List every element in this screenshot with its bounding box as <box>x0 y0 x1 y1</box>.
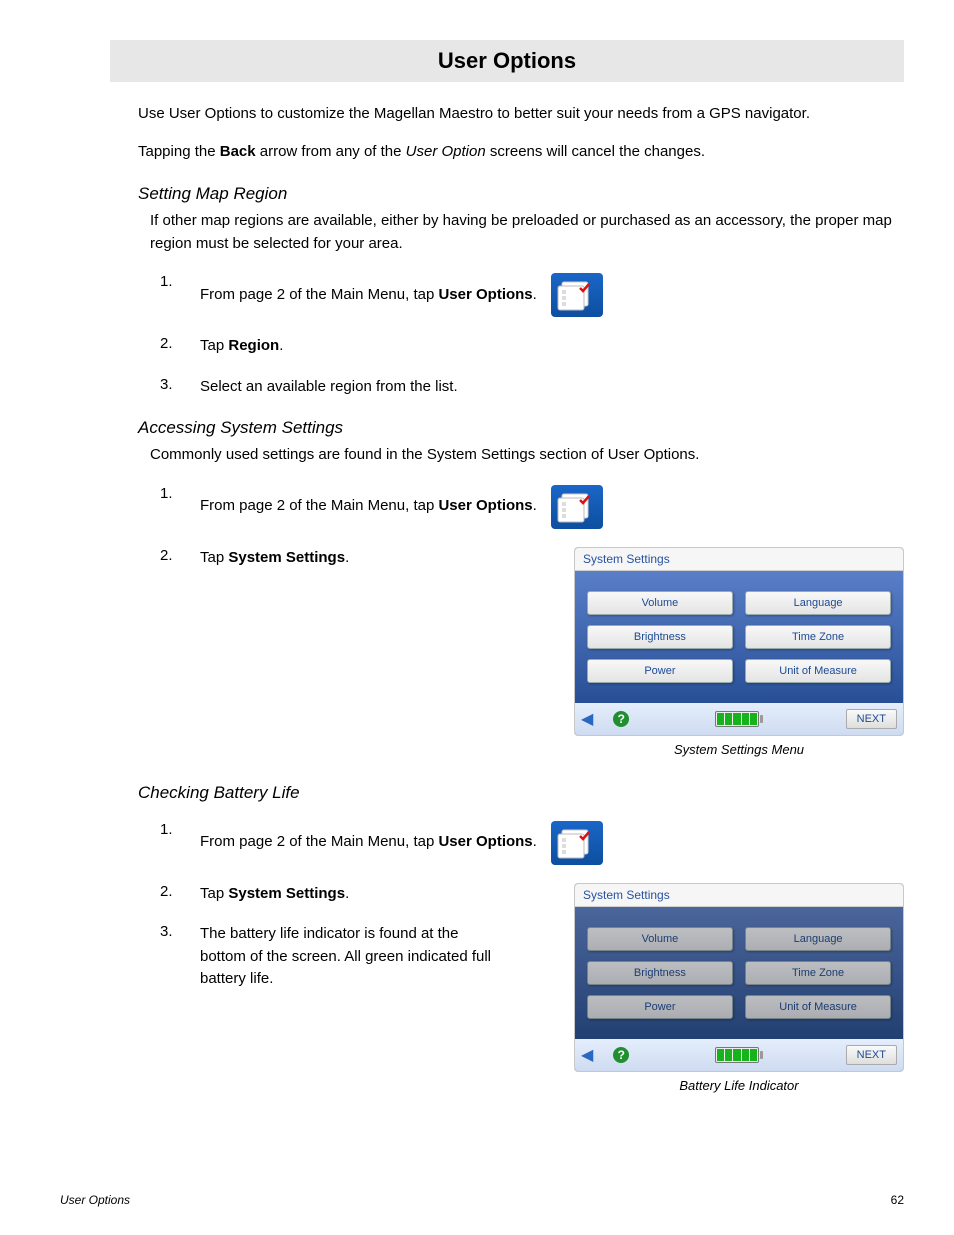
screenshot-title: System Settings <box>575 548 903 571</box>
intro-paragraph: Use User Options to customize the Magell… <box>138 102 904 164</box>
help-icon[interactable]: ? <box>613 711 629 727</box>
user-options-icon <box>551 273 603 317</box>
footer-page-number: 62 <box>891 1193 904 1207</box>
language-button[interactable]: Language <box>745 927 891 951</box>
intro-line-2: Tapping the Back arrow from any of the U… <box>138 140 904 164</box>
step-2: 2. Tap System Settings. <box>160 883 562 906</box>
intro-line-1: Use User Options to customize the Magell… <box>138 102 904 126</box>
steps-setting-map-region: 1. From page 2 of the Main Menu, tap Use… <box>160 273 904 398</box>
figure-battery-life-indicator: System Settings Volume Language Brightne… <box>574 883 904 1093</box>
caption-battery-life-indicator: Battery Life Indicator <box>574 1078 904 1093</box>
page-footer: User Options 62 <box>60 1193 904 1207</box>
brightness-button[interactable]: Brightness <box>587 625 733 649</box>
next-button[interactable]: NEXT <box>846 1045 897 1065</box>
heading-checking-battery-life: Checking Battery Life <box>138 783 904 803</box>
body-accessing-system-settings: Commonly used settings are found in the … <box>150 444 904 467</box>
step-1: 1. From page 2 of the Main Menu, tap Use… <box>160 485 904 529</box>
unit-of-measure-button[interactable]: Unit of Measure <box>745 659 891 683</box>
power-button[interactable]: Power <box>587 659 733 683</box>
steps-checking-battery-life: 1. From page 2 of the Main Menu, tap Use… <box>160 821 904 991</box>
heading-setting-map-region: Setting Map Region <box>138 184 904 204</box>
unit-of-measure-button[interactable]: Unit of Measure <box>745 995 891 1019</box>
volume-button[interactable]: Volume <box>587 591 733 615</box>
back-arrow-icon[interactable]: ◀ <box>581 709 593 729</box>
step-3: 3. The battery life indicator is found a… <box>160 923 562 991</box>
volume-button[interactable]: Volume <box>587 927 733 951</box>
heading-accessing-system-settings: Accessing System Settings <box>138 418 904 438</box>
help-icon[interactable]: ? <box>613 1047 629 1063</box>
screenshot-title: System Settings <box>575 884 903 907</box>
footer-section-name: User Options <box>60 1193 130 1207</box>
next-button[interactable]: NEXT <box>846 709 897 729</box>
page-title: User Options <box>438 48 576 73</box>
step-3: 3. Select an available region from the l… <box>160 376 904 399</box>
step-1: 1. From page 2 of the Main Menu, tap Use… <box>160 821 904 865</box>
step-2: 2. Tap System Settings. <box>160 547 562 570</box>
battery-indicator <box>715 711 763 727</box>
battery-indicator <box>715 1047 763 1063</box>
brightness-button[interactable]: Brightness <box>587 961 733 985</box>
language-button[interactable]: Language <box>745 591 891 615</box>
steps-accessing-system-settings: 1. From page 2 of the Main Menu, tap Use… <box>160 485 904 570</box>
user-options-icon <box>551 821 603 865</box>
time-zone-button[interactable]: Time Zone <box>745 961 891 985</box>
time-zone-button[interactable]: Time Zone <box>745 625 891 649</box>
step-2: 2. Tap Region. <box>160 335 904 358</box>
page-title-bar: User Options <box>110 40 904 82</box>
caption-system-settings-menu: System Settings Menu <box>574 742 904 757</box>
step-1: 1. From page 2 of the Main Menu, tap Use… <box>160 273 904 317</box>
user-options-icon <box>551 485 603 529</box>
power-button[interactable]: Power <box>587 995 733 1019</box>
figure-system-settings-menu: System Settings Volume Language Brightne… <box>574 547 904 757</box>
body-setting-map-region: If other map regions are available, eith… <box>150 210 904 255</box>
back-arrow-icon[interactable]: ◀ <box>581 1045 593 1065</box>
